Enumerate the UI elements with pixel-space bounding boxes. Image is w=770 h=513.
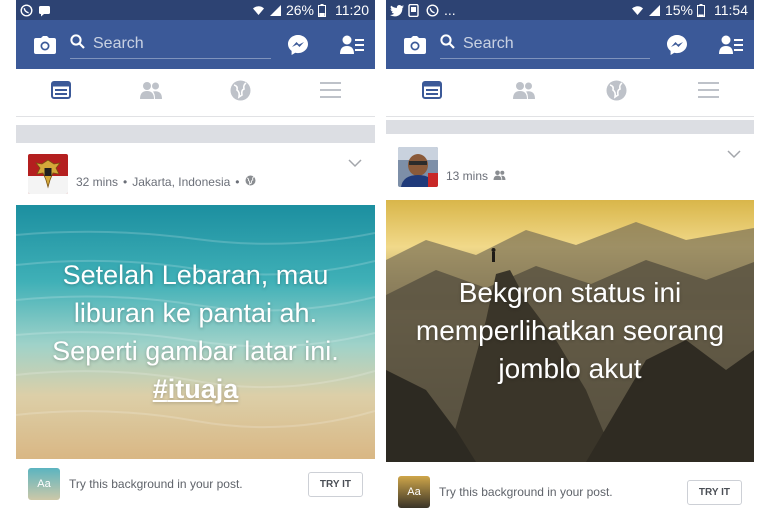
status-bar: 26% 11:20	[16, 0, 375, 20]
friend-requests-icon[interactable]	[718, 32, 744, 58]
post-time[interactable]: 13 mins	[446, 169, 488, 183]
menu-icon	[697, 82, 719, 103]
background-post-text: Setelah Lebaran, mau liburan ke pantai a…	[36, 256, 355, 408]
search-placeholder: Search	[463, 35, 514, 52]
wifi-icon	[252, 4, 265, 17]
feed-divider	[16, 125, 375, 143]
friend-requests-icon[interactable]	[339, 32, 365, 58]
twitter-icon	[390, 4, 404, 17]
more-notifications: ...	[444, 2, 456, 18]
avatar[interactable]	[28, 154, 68, 194]
post-header: 32 mins • Jakarta, Indonesia •	[16, 143, 375, 205]
camera-icon[interactable]	[402, 32, 428, 58]
post-header: 13 mins	[386, 134, 754, 200]
facebook-header: Search	[16, 20, 375, 69]
post-text-line: Seperti gambar latar ini.	[52, 336, 339, 366]
phone-screen-left: 26% 11:20 Search 32 mins • Jakarta, Indo…	[16, 0, 375, 513]
post-text-line: Bekgron status ini	[458, 277, 682, 308]
battery-percent: 15%	[664, 2, 693, 18]
post-meta: 32 mins • Jakarta, Indonesia •	[76, 175, 256, 189]
tab-notifications[interactable]	[220, 73, 260, 113]
wifi-icon	[631, 4, 644, 17]
messenger-icon[interactable]	[664, 32, 690, 58]
post-text-line: memperlihatkan seorang	[415, 315, 725, 346]
meta-separator: •	[123, 175, 128, 189]
news-feed-icon	[422, 81, 442, 104]
friends-icon	[139, 81, 163, 104]
camera-icon[interactable]	[32, 32, 58, 58]
status-time: 11:20	[335, 2, 369, 18]
post-text-line: Setelah Lebaran, mau	[62, 260, 329, 290]
post-text-line: jomblo akut	[498, 353, 642, 384]
search-input[interactable]: Search	[70, 31, 271, 59]
battery-icon	[318, 3, 331, 17]
notification-icon	[408, 3, 421, 17]
post-location[interactable]: Jakarta, Indonesia	[132, 175, 230, 189]
tab-menu[interactable]	[688, 73, 728, 113]
privacy-globe-icon	[245, 175, 256, 189]
news-feed-icon	[50, 81, 71, 104]
battery-icon	[697, 3, 710, 17]
avatar[interactable]	[398, 147, 438, 187]
facebook-header: Search	[386, 20, 754, 69]
signal-icon	[648, 4, 661, 17]
background-thumbnail[interactable]: Aa	[398, 476, 430, 508]
meta-separator: •	[235, 175, 240, 189]
try-background-text: Try this background in your post.	[439, 485, 613, 499]
try-it-button[interactable]: TRY IT	[307, 471, 363, 497]
tab-news-feed[interactable]	[41, 73, 81, 113]
try-background-bar: Aa Try this background in your post. TRY…	[16, 459, 375, 509]
search-input[interactable]: Search	[440, 31, 650, 59]
try-background-bar: Aa Try this background in your post. TRY…	[386, 462, 754, 513]
post-text-line: liburan ke pantai ah.	[73, 298, 318, 328]
background-thumbnail[interactable]: Aa	[28, 468, 60, 500]
privacy-friends-icon	[493, 169, 506, 183]
post-meta: 13 mins	[446, 169, 506, 183]
tab-bar	[16, 69, 375, 117]
chevron-down-icon[interactable]	[726, 146, 742, 162]
status-time: 11:54	[714, 2, 748, 18]
whatsapp-icon	[426, 3, 439, 17]
try-background-text: Try this background in your post.	[69, 477, 243, 491]
tab-bar	[386, 69, 754, 117]
message-icon	[38, 4, 51, 17]
feed-divider	[386, 120, 754, 134]
background-post-text: Bekgron status ini memperlihatkan seoran…	[400, 274, 740, 388]
whatsapp-icon	[20, 3, 33, 17]
friends-icon	[512, 81, 536, 104]
try-it-button[interactable]: TRY IT	[686, 479, 742, 505]
background-post[interactable]: Bekgron status ini memperlihatkan seoran…	[386, 200, 754, 462]
tab-notifications[interactable]	[596, 73, 636, 113]
globe-icon	[230, 80, 251, 106]
hashtag-prefix[interactable]: #	[153, 374, 168, 404]
battery-percent: 26%	[285, 2, 314, 18]
tab-friends[interactable]	[131, 73, 171, 113]
background-post[interactable]: Setelah Lebaran, mau liburan ke pantai a…	[16, 205, 375, 459]
status-bar: ... 15% 11:54	[386, 0, 754, 20]
tab-menu[interactable]	[310, 73, 350, 113]
tab-news-feed[interactable]	[412, 73, 452, 113]
search-placeholder: Search	[93, 35, 144, 52]
tab-friends[interactable]	[504, 73, 544, 113]
post-time[interactable]: 32 mins	[76, 175, 118, 189]
chevron-down-icon[interactable]	[347, 155, 363, 171]
hashtag-link[interactable]: ituaja	[168, 374, 239, 404]
phone-screen-right: ... 15% 11:54 Search 13 mins Bekgron sta…	[386, 0, 754, 513]
search-icon	[440, 34, 455, 54]
messenger-icon[interactable]	[285, 32, 311, 58]
menu-icon	[319, 82, 341, 103]
signal-icon	[269, 4, 282, 17]
globe-icon	[606, 80, 627, 106]
search-icon	[70, 34, 85, 54]
